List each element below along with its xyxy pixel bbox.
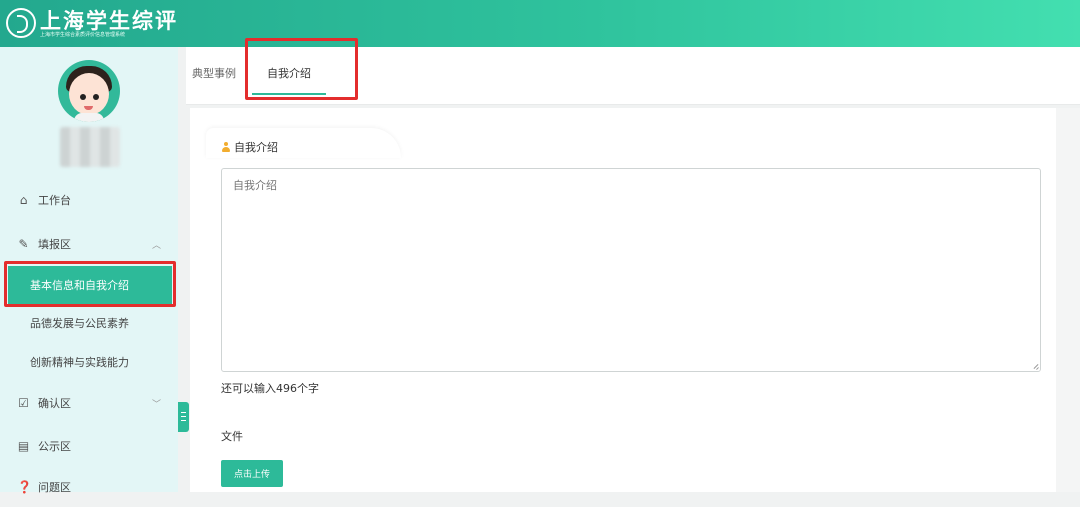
chevron-up-icon: ︿ bbox=[151, 240, 161, 251]
board-icon: ▤ bbox=[17, 438, 30, 453]
avatar bbox=[58, 60, 120, 122]
home-icon: ⌂ bbox=[19, 192, 28, 207]
sidebar-item-public-area[interactable]: ▤ 公示区 bbox=[0, 426, 178, 466]
chevron-down-icon: ﹀ bbox=[151, 399, 161, 410]
card-title-text: 自我介绍 bbox=[234, 141, 278, 154]
tab-typical-cases[interactable]: 典型事例 bbox=[192, 65, 236, 81]
app-header: 上海学生综评 上海市学生综合素质评价信息管理系统 bbox=[0, 0, 1080, 47]
sidebar-item-label: 问题区 bbox=[38, 481, 71, 494]
sidebar-item-issue-area[interactable]: ❓ 问题区 bbox=[0, 467, 178, 507]
logo-icon bbox=[6, 8, 36, 38]
file-label: 文件 bbox=[221, 430, 243, 443]
self-intro-textarea[interactable] bbox=[221, 168, 1041, 372]
highlight-box-sidebar bbox=[4, 261, 176, 307]
highlight-box-tab bbox=[245, 38, 358, 100]
checkbox-icon: ☑ bbox=[18, 395, 29, 410]
sidebar-item-label: 确认区 bbox=[38, 397, 71, 410]
char-counter: 还可以输入496个字 bbox=[221, 382, 319, 395]
card-title: 自我介绍 bbox=[221, 139, 278, 155]
sidebar-item-label: 填报区 bbox=[38, 238, 71, 251]
person-icon bbox=[221, 142, 231, 152]
sidebar-item-confirm-area[interactable]: ☑ 确认区 ﹀ bbox=[0, 383, 178, 423]
sidebar-item-label: 工作台 bbox=[38, 194, 71, 207]
sidebar-item-fill-area[interactable]: ✎ 填报区 ︿ bbox=[0, 224, 178, 264]
sidebar-subitem-label: 创新精神与实践能力 bbox=[30, 356, 129, 369]
sidebar-subitem-moral-development[interactable]: 品德发展与公民素养 bbox=[0, 304, 178, 342]
upload-button[interactable]: 点击上传 bbox=[221, 460, 283, 487]
sidebar-subitem-label: 品德发展与公民素养 bbox=[30, 317, 129, 330]
panel-right-margin bbox=[1056, 108, 1080, 492]
sidebar-subitem-innovation[interactable]: 创新精神与实践能力 bbox=[0, 343, 178, 381]
user-name-blurred bbox=[60, 127, 120, 167]
app-subtitle: 上海市学生综合素质评价信息管理系统 bbox=[40, 32, 126, 38]
resize-grip-icon[interactable] bbox=[1031, 362, 1039, 370]
sidebar-item-workbench[interactable]: ⌂ 工作台 bbox=[0, 180, 178, 220]
edit-icon: ✎ bbox=[18, 236, 29, 251]
sidebar-item-label: 公示区 bbox=[38, 440, 71, 453]
